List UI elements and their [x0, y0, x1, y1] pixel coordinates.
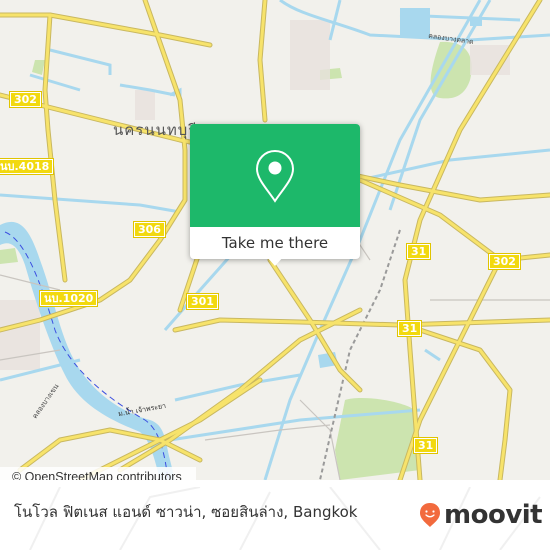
road-shield: 31 — [412, 437, 439, 454]
location-popup: Take me there — [190, 124, 360, 266]
pond — [400, 8, 430, 38]
canal — [0, 193, 181, 214]
road-shield: 306 — [133, 221, 166, 238]
road-shield: นบ.4018 — [0, 158, 55, 175]
moovit-pin-logo-icon — [420, 503, 440, 527]
road-302 — [358, 178, 550, 262]
minor-road — [299, 399, 341, 480]
map-attribution[interactable]: © OpenStreetMap contributors — [0, 467, 196, 480]
built-area — [135, 90, 155, 120]
map-pin-icon — [255, 149, 295, 203]
road-shield: 31 — [405, 243, 432, 260]
footer: โนโวล ฟิตเนส แอนด์ ซาวน่า, ซอยสินล่าง, B… — [0, 487, 550, 550]
park-area — [32, 60, 45, 75]
take-me-there-button[interactable]: Take me there — [190, 227, 360, 259]
canal — [29, 73, 81, 92]
road — [418, 328, 512, 480]
road-shield: 301 — [186, 293, 219, 310]
road-shield: 302 — [9, 91, 42, 108]
road-shield: 31 — [396, 320, 423, 337]
canal — [49, 48, 112, 75]
place-label-nonthaburi: นครนนทบุรี — [113, 121, 198, 139]
canal — [424, 348, 441, 362]
built-area — [290, 20, 330, 90]
canal — [328, 0, 342, 41]
location-title: โนโวล ฟิตเนส แอนด์ ซาวน่า, ซอยสินล่าง, B… — [14, 503, 358, 521]
park-area — [0, 248, 18, 264]
moovit-wordmark: moovit — [444, 500, 543, 530]
moovit-brand[interactable]: moovit — [419, 500, 543, 530]
road-shield: นบ.1020 — [38, 290, 99, 307]
map-view[interactable]: นครนนทบุรี คลองบางตลาด คลองบางเขน ม.น้ำ … — [0, 0, 550, 480]
popup-header — [190, 124, 360, 227]
popup-pointer — [266, 256, 284, 266]
pond — [470, 18, 482, 26]
road-shield: 302 — [488, 253, 521, 270]
